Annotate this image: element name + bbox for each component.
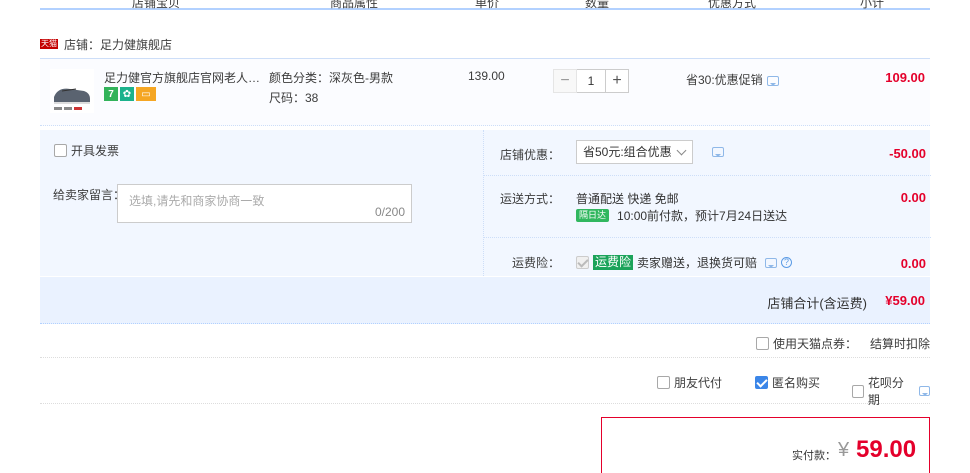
anonymous-label: 匿名购买 [772,376,821,390]
invoice-checkbox[interactable] [54,144,67,157]
insurance-text: 卖家赠送，退换货可赔 [637,256,758,270]
anonymous-option[interactable]: 匿名购买 [755,374,820,391]
message-placeholder: 选填,请先和商家协商一致 [129,194,265,208]
shipping-method: 普通配送 快递 免邮 [576,192,679,206]
increase-qty-button[interactable]: + [605,69,629,93]
quantity-stepper: − 1 + [553,69,629,93]
color-attribute: 颜色分类：深灰色-男款 [269,71,393,85]
message-label: 给卖家留言： [53,188,126,202]
service-icons: 7 ✿ ▭ [104,87,156,101]
options-right: 店铺优惠： 省50元:组合优惠 -50.00 运送方式： 普通配送 快递 免邮 … [483,130,931,276]
column-header: 店铺宝贝 商品属性 单价 数量 优惠方式 小计 [40,0,930,10]
huabei-label: 花呗分期 [867,376,904,407]
shipping-row: 运送方式： 普通配送 快递 免邮 隔日达 10:00前付款，预计7月24日送达 … [484,176,931,238]
shipping-eta-row: 隔日达 10:00前付款，预计7月24日送达 [576,207,787,224]
anonymous-checkbox[interactable] [755,376,768,389]
promo-chat-icon[interactable] [766,75,779,86]
shop-total-amount: ¥59.00 [885,293,925,308]
friend-pay-option[interactable]: 朋友代付 [657,374,722,391]
item-subtotal: 109.00 [885,70,925,85]
unit-price: 139.00 [468,69,505,83]
insurance-checkbox[interactable] [576,256,589,269]
column-price: 单价 [475,0,500,10]
shop-discount-selected: 省50元:组合优惠 [583,145,672,159]
invoice-option[interactable]: 开具发票 [54,142,119,159]
payment-options: 朋友代付 匿名购买 花呗分期 [40,360,930,407]
promo-text: 省30:优惠促销 [686,73,763,87]
insurance-info: 运费险 卖家赠送，退换货可赔 ? [576,254,793,271]
shop-discount-row: 店铺优惠： 省50元:组合优惠 -50.00 [484,130,931,176]
huabei-option[interactable]: 花呗分期 [852,374,930,408]
column-item: 店铺宝贝 [132,0,181,10]
order-item: 足力健官方旗舰店官网老人鞋凉... 7 ✿ ▭ 颜色分类：深灰色-男款 尺码：3… [40,58,930,126]
column-attrs: 商品属性 [330,0,379,10]
column-promo: 优惠方式 [708,0,757,10]
message-counter: 0/200 [374,205,405,219]
seven-day-return-icon[interactable]: 7 [104,87,118,101]
shop-total-row: 店铺合计(含运费) ¥59.00 [40,277,930,324]
message-textarea[interactable]: 选填,请先和商家协商一致 0/200 [117,184,412,223]
column-subtotal: 小计 [860,0,885,10]
chevron-down-icon [676,145,687,156]
shipping-label: 运送方式： [499,192,560,206]
shipping-eta: 10:00前付款，预计7月24日送达 [617,209,788,223]
insurance-chat-icon[interactable] [765,257,778,268]
discount-chat-icon[interactable] [712,147,724,157]
huabei-checkbox[interactable] [852,384,864,398]
shop-discount-label: 店铺优惠： [499,148,560,162]
invoice-label: 开具发票 [71,144,120,158]
help-icon[interactable]: ? [781,257,793,268]
coupon-checkbox[interactable] [756,337,769,350]
size-attribute: 尺码：38 [269,91,319,105]
friend-pay-label: 朋友代付 [674,376,723,390]
insurance-amount: 0.00 [900,256,926,271]
shop-name-link[interactable]: 店铺：足力健旗舰店 [64,36,172,53]
decrease-qty-button[interactable]: − [553,69,577,93]
service-flower-icon[interactable]: ✿ [120,87,134,101]
shop-header: 天猫 店铺：足力健旗舰店 [40,36,172,52]
shop-discount-select[interactable]: 省50元:组合优惠 [576,140,693,164]
shop-discount-amount: -50.00 [889,146,926,161]
quantity-input[interactable]: 1 [577,69,605,93]
product-thumbnail[interactable] [50,69,94,113]
next-day-badge: 隔日达 [576,209,610,222]
order-options-panel: 开具发票 给卖家留言： 选填,请先和商家协商一致 0/200 店铺优惠： 省50… [40,130,931,276]
final-payment-box: 实付款： ¥ 59.00 [601,417,930,473]
insurance-row: 运费险： 运费险 卖家赠送，退换货可赔 ? 0.00 [484,238,931,276]
credit-card-icon[interactable]: ▭ [136,87,156,101]
final-payment-label: 实付款： [792,450,836,462]
coupon-note: 结算时扣除 [869,337,930,351]
product-title-link[interactable]: 足力健官方旗舰店官网老人鞋凉... [104,69,266,86]
coupon-label: 使用天猫点券： [773,337,858,351]
coupon-row: 使用天猫点券： 结算时扣除 [40,326,930,358]
insurance-badge: 运费险 [593,255,634,270]
huabei-chat-icon[interactable] [919,386,930,396]
shipping-amount: 0.00 [900,190,926,205]
column-qty: 数量 [585,0,610,10]
options-left: 开具发票 给卖家留言： 选填,请先和商家协商一致 0/200 [40,130,482,276]
final-payment-amount: 59.00 [856,436,917,463]
insurance-label: 运费险： [511,256,560,270]
shop-total-label: 店铺合计(含运费) [767,296,867,311]
promo-info: 省30:优惠促销 [686,71,779,88]
tmall-badge-icon: 天猫 [40,39,58,49]
tmall-coupon-option[interactable]: 使用天猫点券： [756,335,857,352]
friend-pay-checkbox[interactable] [657,376,670,389]
currency-symbol: ¥ [838,439,850,461]
